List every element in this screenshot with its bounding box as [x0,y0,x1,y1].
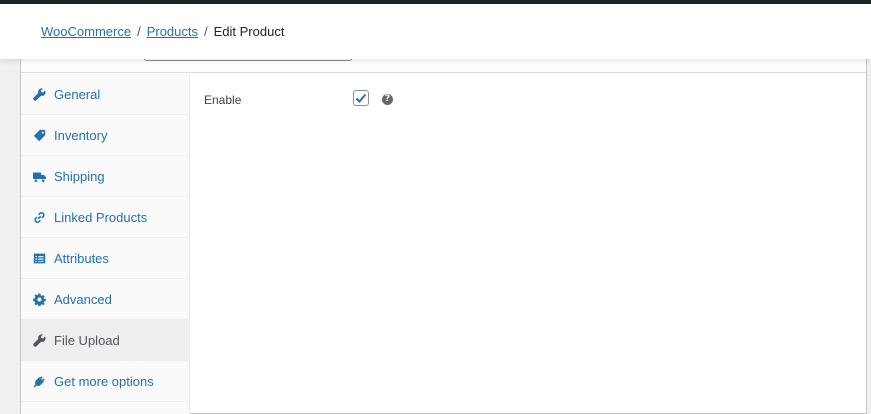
breadcrumb-link-woocommerce[interactable]: WooCommerce [41,24,131,39]
tab-file-upload[interactable]: File Upload [21,320,189,361]
tab-label: Advanced [54,291,112,307]
panel-header-strip [21,57,866,73]
tab-label: Shipping [54,168,105,184]
gear-icon [32,292,46,306]
breadcrumb-current: Edit Product [213,24,285,39]
file-upload-panel: Enable ? [191,74,866,414]
tab-label: General [54,86,101,102]
tab-label: Linked Products [54,209,148,225]
breadcrumb-link-products[interactable]: Products [147,24,198,39]
tab-label: Inventory [54,127,108,143]
tab-label: Get more options [54,373,154,389]
breadcrumb-separator: / [204,24,208,39]
tag-icon [32,128,46,142]
tab-inventory[interactable]: Inventory [21,115,189,156]
tab-advanced[interactable]: Advanced [21,279,189,320]
enable-label: Enable [204,93,242,107]
product-data-panel: General Inventory Shipping Linked Produc… [20,57,867,414]
tab-label: File Upload [54,332,120,348]
enable-checkbox[interactable] [353,90,369,106]
tab-get-more-options[interactable]: Get more options [21,361,189,402]
help-icon[interactable]: ? [382,94,393,105]
tab-label: Attributes [54,250,109,266]
tab-attributes[interactable]: Attributes [21,238,189,279]
page-header: WooCommerce / Products / Edit Product [0,4,871,59]
plugin-icon [32,374,46,388]
tab-shipping[interactable]: Shipping [21,156,189,197]
tab-linked-products[interactable]: Linked Products [21,197,189,238]
wrench-icon [32,333,46,347]
wrench-icon [32,87,46,101]
list-icon [32,251,46,265]
tab-general[interactable]: General [21,74,189,115]
checkmark-icon [355,93,367,103]
truck-icon [32,169,46,183]
breadcrumb-separator: / [137,24,141,39]
product-data-tabs: General Inventory Shipping Linked Produc… [21,74,190,414]
link-icon [32,210,46,224]
breadcrumb: WooCommerce / Products / Edit Product [41,23,284,41]
